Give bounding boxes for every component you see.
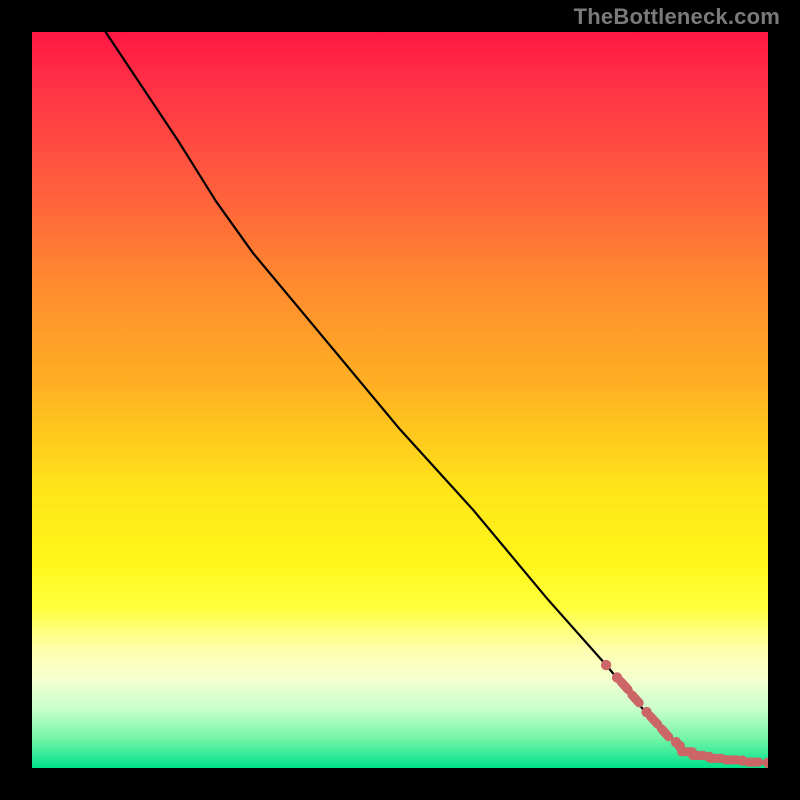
marker-dot	[601, 660, 611, 670]
watermark-text: TheBottleneck.com	[574, 4, 780, 30]
marker-dot	[763, 758, 768, 768]
marker-group	[601, 660, 768, 768]
marker-dash	[621, 682, 628, 690]
chart-overlay-svg	[32, 32, 768, 768]
marker-dash	[632, 695, 639, 703]
bottleneck-curve	[106, 32, 768, 763]
marker-dash	[661, 729, 668, 737]
plot-area	[32, 32, 768, 768]
marker-dash	[650, 716, 657, 724]
chart-frame: TheBottleneck.com	[0, 0, 800, 800]
